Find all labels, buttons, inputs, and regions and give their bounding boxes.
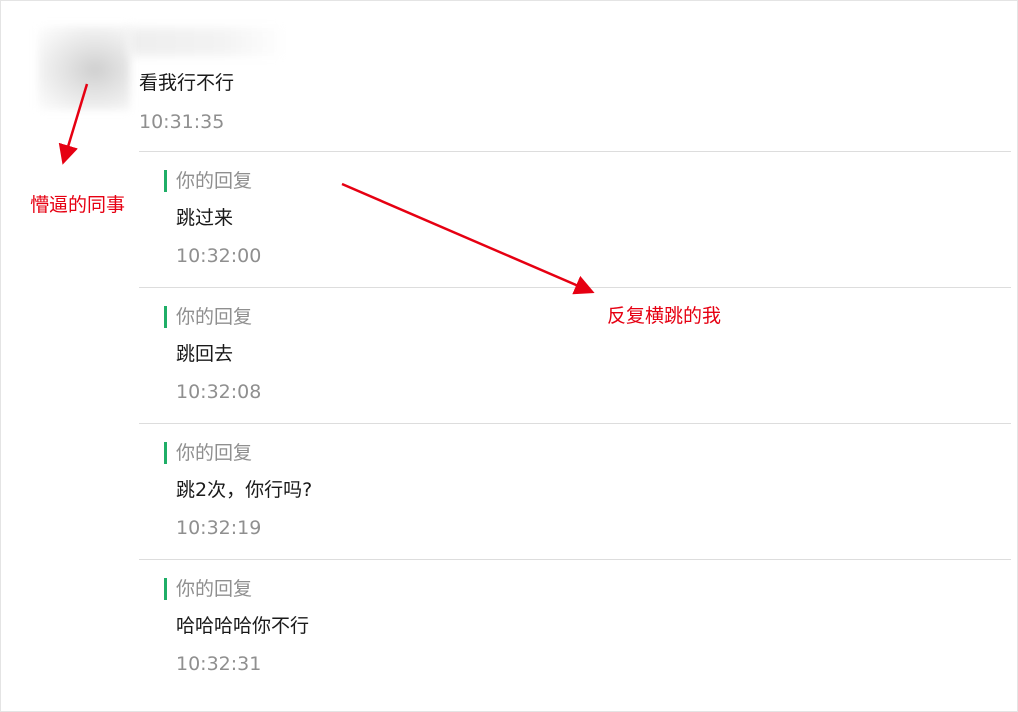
reply-text: 跳过来 — [176, 207, 234, 229]
reply-label: 你的回复 — [164, 578, 664, 600]
reply-label: 你的回复 — [164, 306, 664, 328]
reply-label: 你的回复 — [164, 170, 664, 192]
reply-item: 你的回复 跳2次，你行吗? 10:32:19 — [164, 442, 664, 541]
reply-text: 跳2次，你行吗? — [176, 479, 313, 501]
reply-time: 10:32:08 — [176, 381, 262, 403]
divider — [139, 151, 1011, 152]
sender-name-blurred — [128, 28, 286, 56]
reply-time: 10:32:00 — [176, 245, 262, 267]
divider — [139, 423, 1011, 424]
reply-item: 你的回复 跳过来 10:32:00 — [164, 170, 664, 269]
reply-item: 你的回复 哈哈哈哈你不行 10:32:31 — [164, 578, 664, 677]
reply-label: 你的回复 — [164, 442, 664, 464]
divider — [139, 559, 1011, 560]
reply-item: 你的回复 跳回去 10:32:08 — [164, 306, 664, 405]
original-message: 看我行不行 10:31:35 — [139, 70, 234, 135]
reply-text: 跳回去 — [176, 343, 234, 365]
avatar[interactable] — [38, 26, 130, 110]
annotation-me: 反复横跳的我 — [607, 305, 722, 327]
message-text: 看我行不行 — [139, 72, 235, 94]
reply-time: 10:32:19 — [176, 517, 262, 539]
divider — [139, 287, 1011, 288]
message-time: 10:31:35 — [139, 111, 225, 133]
reply-text: 哈哈哈哈你不行 — [176, 615, 310, 637]
reply-time: 10:32:31 — [176, 653, 262, 675]
annotation-colleague: 懵逼的同事 — [30, 194, 126, 216]
